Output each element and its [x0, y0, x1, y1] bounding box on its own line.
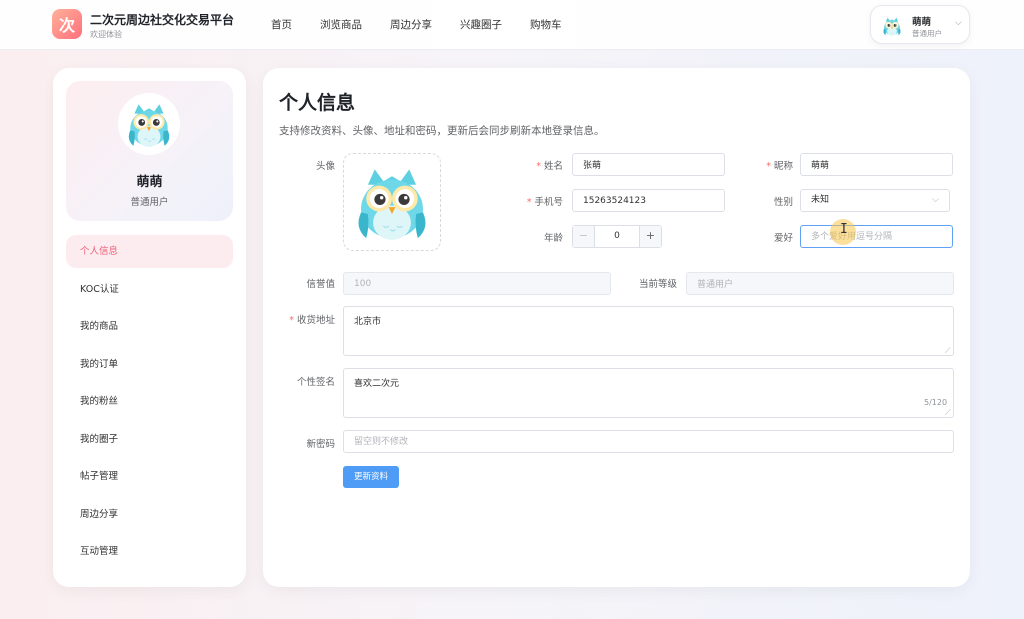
nav-merch-share[interactable]: 周边分享: [390, 17, 432, 32]
age-stepper: − 0 +: [572, 225, 662, 248]
phone-label: * 手机号: [526, 197, 563, 208]
sidebar-item-my-circles[interactable]: 我的圈子: [66, 423, 233, 456]
text-cursor-icon: I: [840, 222, 848, 237]
main-nav: 首页 浏览商品 周边分享 兴趣圈子 购物车: [271, 17, 590, 32]
sidebar-item-interaction-management[interactable]: 互动管理: [66, 535, 233, 568]
user-menu-name: 萌萌: [912, 17, 932, 28]
password-label: 新密码: [306, 439, 335, 450]
sidebar: 萌萌 普通用户 个人信息 KOC认证 我的商品 我的订单 我的粉丝 我的圈子 帖…: [53, 68, 246, 587]
avatar-label: 头像: [315, 161, 335, 172]
name-label: * 姓名: [536, 161, 563, 172]
age-value[interactable]: 0: [595, 226, 639, 247]
level-label: 当前等级: [638, 279, 677, 290]
brand-subtitle: 欢迎体验: [90, 30, 122, 39]
password-field[interactable]: [343, 430, 954, 453]
sidebar-menu: 个人信息 KOC认证 我的商品 我的订单 我的粉丝 我的圈子 帖子管理 周边分享…: [66, 235, 233, 573]
chevron-down-icon: ⌵: [955, 18, 962, 28]
sidebar-item-merch-share[interactable]: 周边分享: [66, 498, 233, 531]
profile-role: 普通用户: [130, 197, 169, 208]
nav-home[interactable]: 首页: [271, 17, 292, 32]
phone-field[interactable]: [572, 189, 725, 212]
page-description: 支持修改资料、头像、地址和密码，更新后会同步刷新本地登录信息。: [279, 125, 605, 137]
nav-interest-circles[interactable]: 兴趣圈子: [460, 17, 502, 32]
owl-avatar-icon: [349, 159, 435, 245]
hobby-field[interactable]: [800, 225, 953, 248]
nickname-label: * 昵称: [766, 161, 793, 172]
owl-avatar-icon: [123, 98, 175, 150]
gender-select[interactable]: 未知 ⌵: [800, 189, 950, 212]
profile-form-panel: 个人信息 支持修改资料、头像、地址和密码，更新后会同步刷新本地登录信息。 头像 …: [263, 68, 970, 587]
signature-char-counter: 5/120: [924, 398, 948, 407]
gender-value: 未知: [811, 195, 830, 205]
credit-label: 信誉值: [306, 279, 335, 290]
age-increment-button[interactable]: +: [639, 226, 661, 247]
avatar: [118, 93, 180, 155]
sidebar-item-my-fans[interactable]: 我的粉丝: [66, 385, 233, 418]
sidebar-item-profile[interactable]: 个人信息: [66, 235, 233, 268]
page-title: 个人信息: [279, 92, 356, 114]
signature-field[interactable]: 喜欢二次元: [343, 368, 954, 418]
brand-logo[interactable]: 次: [52, 9, 82, 39]
nav-browse-products[interactable]: 浏览商品: [320, 17, 362, 32]
update-profile-button[interactable]: 更新资料: [343, 466, 399, 488]
sidebar-item-post-management[interactable]: 帖子管理: [66, 460, 233, 493]
owl-avatar-icon: [881, 15, 903, 37]
resize-handle-icon[interactable]: ⟋: [945, 347, 951, 355]
nav-cart[interactable]: 购物车: [530, 17, 562, 32]
credit-field: [343, 272, 611, 295]
top-bar: 次 二次元周边社交化交易平台 欢迎体验 首页 浏览商品 周边分享 兴趣圈子 购物…: [0, 0, 1024, 50]
resize-handle-icon[interactable]: ⟋: [945, 409, 951, 417]
address-label: * 收货地址: [289, 315, 335, 326]
brand-title: 二次元周边社交化交易平台: [90, 13, 235, 27]
name-field[interactable]: [572, 153, 725, 176]
user-menu[interactable]: 萌萌 普通用户 ⌵: [870, 5, 970, 44]
avatar-upload[interactable]: [343, 153, 441, 251]
level-field: [686, 272, 954, 295]
brand-logo-char: 次: [58, 16, 75, 35]
profile-name: 萌萌: [136, 175, 163, 190]
sidebar-item-my-orders[interactable]: 我的订单: [66, 348, 233, 381]
nickname-field[interactable]: [800, 153, 953, 176]
gender-label: 性别: [773, 197, 793, 208]
hobby-label: 爱好: [773, 233, 793, 244]
profile-card: 萌萌 普通用户: [66, 81, 233, 221]
sidebar-item-my-products[interactable]: 我的商品: [66, 310, 233, 343]
age-decrement-button[interactable]: −: [573, 226, 595, 247]
chevron-down-icon: ⌵: [932, 195, 939, 205]
user-menu-role: 普通用户: [912, 29, 942, 38]
signature-label: 个性签名: [296, 377, 335, 388]
age-label: 年龄: [543, 233, 563, 244]
sidebar-item-koc[interactable]: KOC认证: [66, 273, 233, 306]
address-field[interactable]: 北京市: [343, 306, 954, 356]
